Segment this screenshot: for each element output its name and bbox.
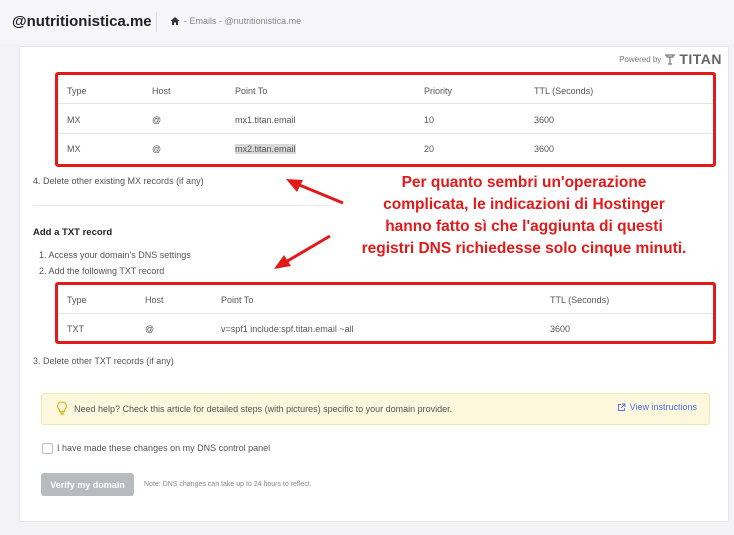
help-banner: Need help? Check this article for detail… <box>41 393 710 425</box>
annotation-arrows <box>274 179 344 269</box>
verify-domain-button[interactable]: Verify my domain <box>41 473 134 496</box>
arrow-head-txt <box>274 255 291 269</box>
external-link-icon <box>617 403 626 411</box>
arrow-line-txt <box>283 234 331 265</box>
confirm-label[interactable]: I have made these changes on my DNS cont… <box>57 443 270 453</box>
confirm-checkbox[interactable] <box>42 443 53 454</box>
view-instructions-label[interactable]: View instructions <box>630 402 697 412</box>
verify-note: Note: DNS changes can take up to 24 hour… <box>144 481 312 488</box>
lightbulb-icon <box>56 401 68 415</box>
help-text: Need help? Check this article for detail… <box>74 404 453 414</box>
view-instructions-link[interactable]: View instructions <box>617 402 697 412</box>
arrow-line-mx <box>296 182 344 205</box>
